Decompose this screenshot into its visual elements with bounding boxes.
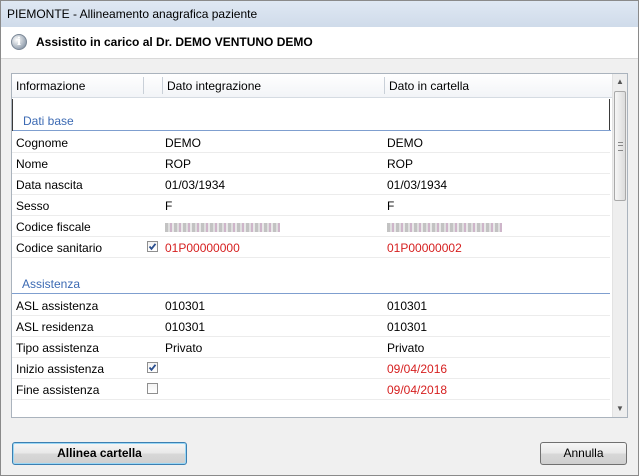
dato-integrazione-value: Privato [165,341,203,355]
scroll-down-icon[interactable]: ▼ [613,401,627,417]
column-divider[interactable] [162,77,163,94]
table-row[interactable]: Codice sanitario 01P00000000 01P00000002 [12,237,610,258]
dato-cartella-value: 01P00000002 [387,241,462,255]
table-row[interactable]: ASL residenza 010301 010301 [12,316,610,337]
vertical-scrollbar[interactable]: ▲ ▼ [612,74,627,417]
dato-cartella-value: 010301 [387,320,428,334]
row-label: Codice sanitario [16,241,103,255]
title-bar[interactable]: PIEMONTE - Allineamento anagrafica pazie… [1,1,638,27]
dato-integrazione-value: F [165,199,173,213]
table-row[interactable]: Nome ROP ROP [12,153,610,174]
checkbox-checked[interactable] [147,241,158,252]
dato-integrazione-value: DEMO [165,136,201,150]
row-label: ASL assistenza [16,299,99,313]
row-label: Cognome [16,136,69,150]
table-row[interactable]: Fine assistenza 09/04/2018 [12,379,610,400]
dato-cartella-value: DEMO [387,136,423,150]
column-divider[interactable] [143,77,144,94]
scrollbar-thumb[interactable] [614,91,626,201]
section-header: Dati base [12,99,611,131]
table-row[interactable]: ASL assistenza 010301 010301 [12,295,610,316]
row-label: ASL residenza [16,320,94,334]
dato-cartella-value: Privato [387,341,425,355]
section-header: Assistenza [12,274,610,294]
scroll-up-icon[interactable]: ▲ [613,74,627,90]
dato-cartella-value: 010301 [387,299,428,313]
row-label: Tipo assistenza [16,341,99,355]
dato-integrazione-value [165,220,280,234]
info-icon: i [11,34,27,50]
comparison-table: Informazione Dato integrazione Dato in c… [11,73,628,418]
annulla-button[interactable]: Annulla [540,442,627,465]
row-label: Sesso [16,199,50,213]
dato-cartella-value: 09/04/2018 [387,383,448,397]
table-row[interactable]: Sesso F F [12,195,610,216]
dato-cartella-value: 09/04/2016 [387,362,448,376]
section-title: Assistenza [22,277,81,291]
dato-cartella-value [387,220,502,234]
column-header-informazione[interactable]: Informazione [16,79,85,93]
info-banner: i Assistito in carico al Dr. DEMO VENTUN… [1,27,638,59]
dialog-window: PIEMONTE - Allineamento anagrafica pazie… [0,0,639,476]
dato-cartella-value: 01/03/1934 [387,178,448,192]
row-label: Fine assistenza [16,383,100,397]
row-label: Codice fiscale [16,220,91,234]
checkbox-unchecked[interactable] [147,383,158,394]
dato-integrazione-value: 01/03/1934 [165,178,226,192]
table-row[interactable]: Inizio assistenza 09/04/2016 [12,358,610,379]
table-header: Informazione Dato integrazione Dato in c… [12,74,612,98]
dato-cartella-value: ROP [387,157,414,171]
info-message: Assistito in carico al Dr. DEMO VENTUNO … [36,35,313,49]
table-row[interactable]: Codice fiscale [12,216,610,237]
row-label: Data nascita [16,178,83,192]
dato-integrazione-value: ROP [165,157,192,171]
window-title: PIEMONTE - Allineamento anagrafica pazie… [7,7,258,21]
dato-integrazione-value: 01P00000000 [165,241,240,255]
table-row[interactable]: Tipo assistenza Privato Privato [12,337,610,358]
allinea-cartella-button[interactable]: Allinea cartella [12,442,187,465]
dato-cartella-value: F [387,199,395,213]
table-row[interactable]: Cognome DEMO DEMO [12,132,610,153]
dato-integrazione-value: 010301 [165,299,206,313]
column-divider[interactable] [384,77,385,94]
section-title: Dati base [23,114,74,128]
column-header-dato-integrazione[interactable]: Dato integrazione [167,79,261,93]
checkbox-checked[interactable] [147,362,158,373]
row-label: Inizio assistenza [16,362,105,376]
column-header-dato-cartella[interactable]: Dato in cartella [389,79,469,93]
table-row[interactable]: Data nascita 01/03/1934 01/03/1934 [12,174,610,195]
row-label: Nome [16,157,49,171]
dato-integrazione-value: 010301 [165,320,206,334]
